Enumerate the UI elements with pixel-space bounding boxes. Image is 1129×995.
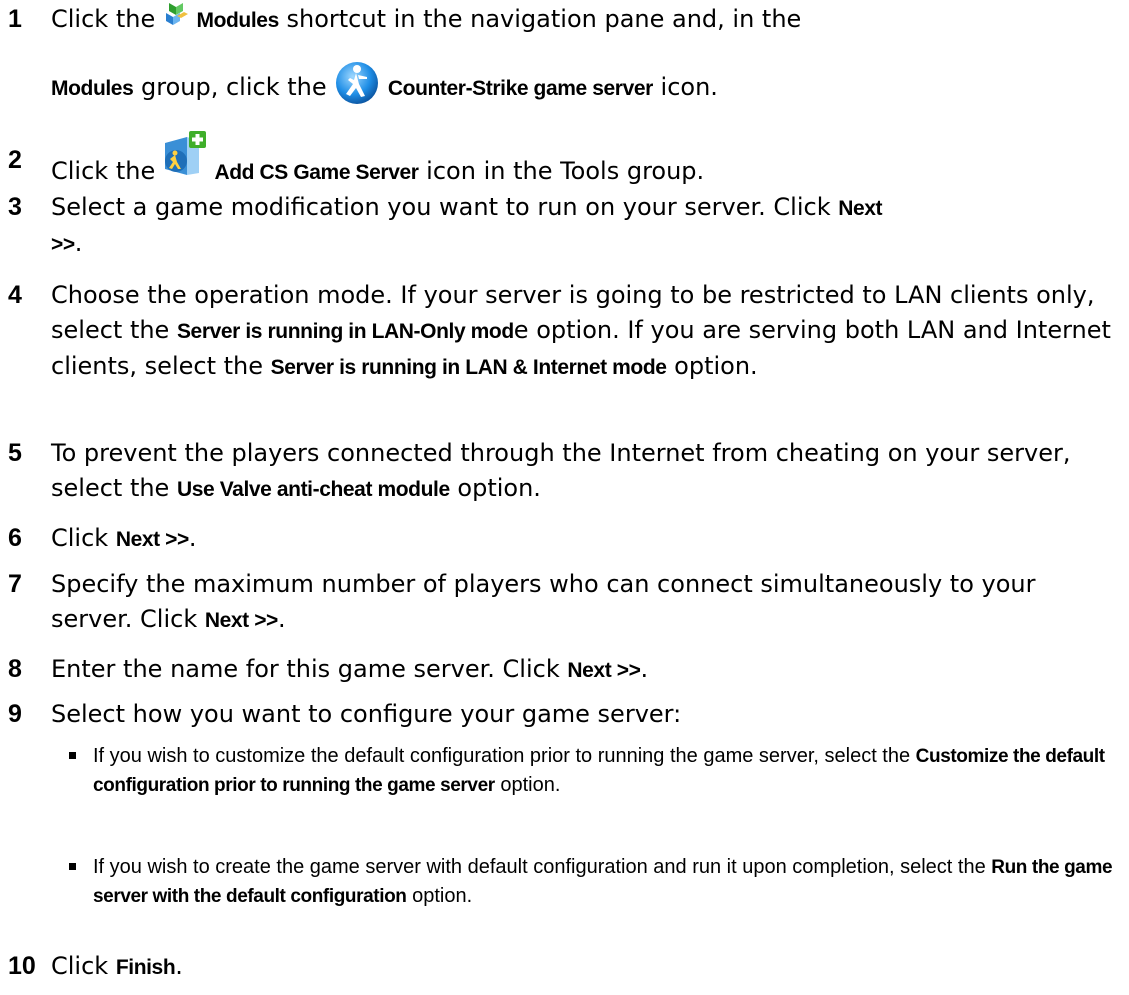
bullet-square: [69, 863, 76, 870]
modules-icon: [163, 2, 189, 38]
step-text: Click the Modules shortcut in the naviga…: [51, 2, 1123, 38]
step-number: 4: [8, 281, 22, 309]
step-number: 2: [8, 146, 22, 174]
add-cs-game-server-icon: [163, 131, 207, 189]
step-6: 6 Click Next >>.: [8, 521, 1123, 557]
step-number: 6: [8, 524, 22, 552]
step-number: 10: [8, 952, 36, 980]
step-text: Select how you want to configure your ga…: [51, 700, 682, 728]
step-text: Click Next >>.: [51, 524, 197, 552]
step-text: Choose the operation mode. If your serve…: [51, 281, 1111, 380]
step-text: Specify the maximum number of players wh…: [51, 570, 1036, 633]
step-text: Click Finish.: [51, 952, 183, 980]
step-number: 3: [8, 193, 22, 221]
bullet-square: [69, 752, 76, 759]
step-9: 9 Select how you want to configure your …: [8, 697, 1123, 732]
step-8: 8 Enter the name for this game server. C…: [8, 652, 1123, 688]
step-number: 9: [8, 700, 22, 728]
step-number: 1: [8, 5, 22, 33]
step-number: 7: [8, 570, 22, 598]
step-10: 10 Click Finish.: [8, 949, 1123, 985]
step-1-continued: Modules group, click the Counter-Strike …: [8, 60, 1123, 116]
step-3: 3 Select a game modification you want to…: [8, 190, 1123, 262]
step-text: Enter the name for this game server. Cli…: [51, 655, 649, 683]
instructions-document: 1 Click the Modules shortcut in the navi…: [0, 0, 1129, 995]
step-7: 7 Specify the maximum number of players …: [8, 567, 1123, 638]
list-item: If you wish to create the game server wi…: [69, 853, 1118, 911]
step-1: 1 Click the Modules shortcut in the navi…: [8, 2, 1123, 38]
counter-strike-icon: [334, 60, 380, 116]
step-5: 5 To prevent the players connected throu…: [8, 436, 1123, 507]
step-number: 8: [8, 655, 22, 683]
step-number: 5: [8, 439, 22, 467]
step-text: Select a game modification you want to r…: [51, 193, 883, 257]
list-item: If you wish to customize the default con…: [69, 742, 1118, 800]
step-text: To prevent the players connected through…: [51, 439, 1071, 502]
step-4: 4 Choose the operation mode. If your ser…: [8, 278, 1123, 385]
